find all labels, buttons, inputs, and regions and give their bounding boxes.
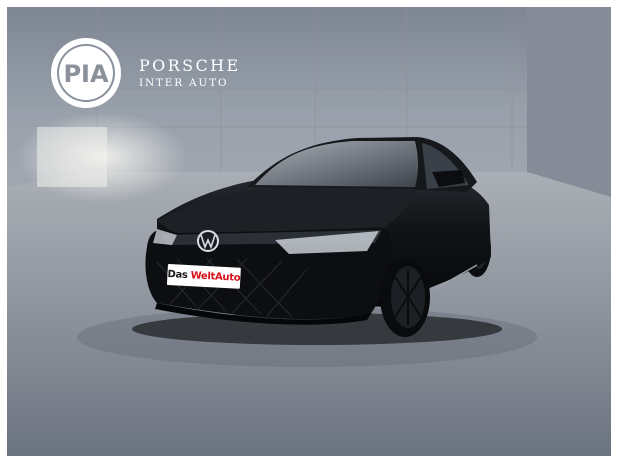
plate-text-das: Das: [167, 268, 188, 282]
photo-frame: PIA PORSCHE INTER AUTO Das WeltAuto: [7, 7, 611, 456]
dealer-logo-icon: PIA: [51, 38, 121, 108]
dealer-name: PORSCHE: [139, 55, 241, 75]
dealer-brand: PIA PORSCHE INTER AUTO: [51, 38, 241, 108]
dealer-subtitle: INTER AUTO: [139, 76, 229, 89]
plate-text-weltauto: WeltAuto: [190, 270, 241, 284]
logo-letters: PIA: [63, 60, 109, 88]
license-plate: Das WeltAuto: [166, 264, 241, 289]
